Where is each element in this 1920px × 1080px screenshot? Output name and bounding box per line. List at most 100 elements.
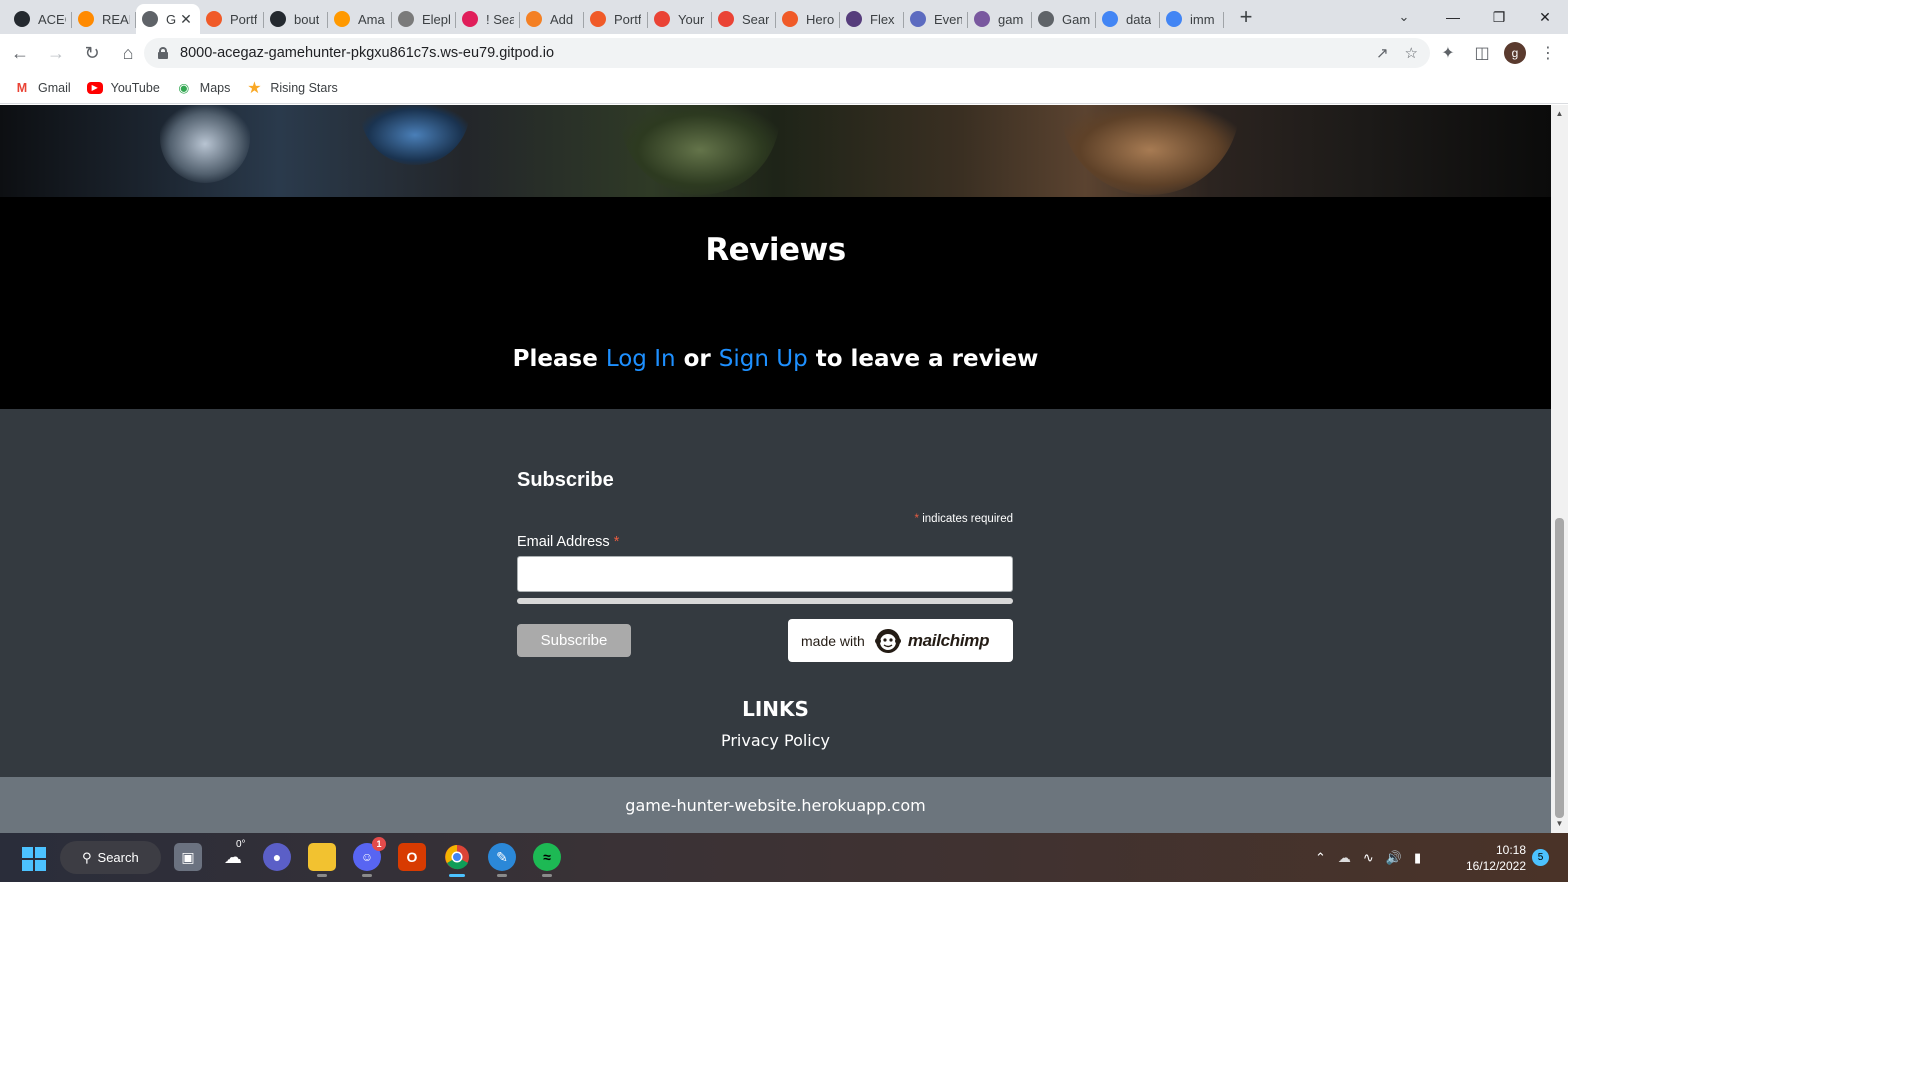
globe-icon bbox=[1038, 11, 1054, 27]
bookmark-label: Gmail bbox=[38, 80, 71, 95]
google-icon bbox=[1166, 11, 1182, 27]
browser-tab[interactable]: G ✕ bbox=[136, 4, 200, 34]
teams-chat-icon[interactable]: ● bbox=[263, 843, 291, 871]
page-viewport: Reviews Please Log In or Sign Up to leav… bbox=[0, 105, 1551, 833]
browser-toolbar: ← → ↻ ⌂ 8000-acegaz-gamehunter-pkgxu861c… bbox=[0, 34, 1568, 72]
forward-icon[interactable]: → bbox=[40, 37, 72, 69]
windows-start-icon[interactable] bbox=[22, 847, 46, 871]
file-explorer-icon[interactable] bbox=[308, 843, 336, 877]
bookmark-item[interactable]: M Gmail bbox=[14, 80, 71, 96]
back-icon[interactable]: ← bbox=[4, 37, 36, 69]
spotify-icon[interactable]: ≈ bbox=[533, 843, 561, 877]
site-footer: Subscribe * indicates required Email Add… bbox=[0, 409, 1551, 777]
slack-icon bbox=[462, 11, 478, 27]
browser-tab[interactable]: Even bbox=[904, 5, 968, 33]
browser-tab[interactable]: Portf bbox=[584, 5, 648, 33]
reload-icon[interactable]: ↻ bbox=[76, 37, 108, 69]
scroll-down-arrow-icon[interactable]: ▼ bbox=[1551, 819, 1568, 829]
bookmark-item[interactable]: ◉ Maps bbox=[176, 80, 230, 96]
required-note: * indicates required bbox=[915, 513, 1013, 525]
browser-tab[interactable]: Hero bbox=[776, 5, 840, 33]
star-icon: ★ bbox=[247, 79, 262, 97]
paint-icon[interactable]: ✎ bbox=[488, 843, 516, 877]
browser-tab[interactable]: imm bbox=[1160, 5, 1224, 33]
browser-tab[interactable]: data bbox=[1096, 5, 1160, 33]
cta-suffix: to leave a review bbox=[815, 346, 1039, 372]
taskbar-search[interactable]: ⚲ Search bbox=[60, 841, 161, 874]
onedrive-error-icon[interactable]: ☁ bbox=[1338, 850, 1351, 866]
browser-tab[interactable]: Your bbox=[648, 5, 712, 33]
browser-tab[interactable]: Add bbox=[520, 5, 584, 33]
office-icon[interactable]: O bbox=[398, 843, 426, 871]
discord-notification-badge: 1 bbox=[372, 837, 386, 851]
close-window-icon[interactable]: ✕ bbox=[1522, 0, 1568, 34]
taskbar-clock[interactable]: 10:18 16/12/2022 bbox=[1462, 842, 1526, 874]
gmail-icon bbox=[718, 11, 734, 27]
privacy-policy-link[interactable]: Privacy Policy bbox=[0, 731, 1551, 750]
clock-time: 10:18 bbox=[1495, 843, 1526, 857]
login-link[interactable]: Log In bbox=[606, 346, 676, 372]
browser-tab[interactable]: Elepl bbox=[392, 5, 456, 33]
profile-avatar[interactable]: g bbox=[1504, 42, 1526, 64]
bookmark-item[interactable]: ▶ YouTube bbox=[86, 81, 160, 95]
scroll-thumb[interactable] bbox=[1555, 518, 1564, 818]
home-icon[interactable]: ⌂ bbox=[112, 37, 144, 69]
scroll-up-arrow-icon[interactable]: ▲ bbox=[1551, 109, 1568, 119]
browser-tab[interactable]: Gam bbox=[1032, 5, 1096, 33]
email-field[interactable] bbox=[517, 556, 1013, 592]
cta-middle: or bbox=[683, 346, 711, 372]
menu-kebab-icon[interactable]: ⋮ bbox=[1536, 41, 1560, 65]
battery-icon[interactable]: ▮ bbox=[1414, 850, 1421, 866]
bookmark-label: Rising Stars bbox=[270, 80, 338, 95]
tab-search-icon[interactable]: ⌄ bbox=[1392, 5, 1416, 29]
box-icon bbox=[334, 11, 350, 27]
extensions-icon[interactable]: ✦ bbox=[1436, 41, 1460, 65]
tab-title: G bbox=[166, 11, 177, 27]
tab-close-icon[interactable]: ✕ bbox=[180, 11, 192, 28]
bookmark-item[interactable]: ★ Rising Stars bbox=[246, 79, 338, 97]
share-icon[interactable]: ↗ bbox=[1376, 44, 1389, 62]
tab-title: ACEG bbox=[38, 11, 66, 27]
page-scrollbar[interactable]: ▲ ▼ bbox=[1551, 105, 1568, 833]
gmail-icon bbox=[654, 11, 670, 27]
lock-icon[interactable] bbox=[158, 47, 168, 59]
google-icon bbox=[1102, 11, 1118, 27]
clock-date: 16/12/2022 bbox=[1465, 859, 1526, 873]
tab-title: Add bbox=[550, 11, 574, 27]
discord-icon[interactable]: ☺ 1 bbox=[353, 837, 386, 877]
tab-title: imm bbox=[1190, 11, 1215, 27]
signup-link[interactable]: Sign Up bbox=[719, 346, 808, 372]
browser-tab[interactable]: Portf bbox=[200, 5, 264, 33]
windows-taskbar: ⚲ Search ▣ ☁ 0° ● ☺ 1 O ✎ ≈ ⌃ ☁ ∿ 🔊 ▮ 10… bbox=[0, 833, 1568, 882]
links-heading: LINKS bbox=[742, 697, 809, 721]
browser-tab[interactable]: bout bbox=[264, 5, 328, 33]
tab-title: Portf bbox=[230, 11, 258, 27]
browser-tab[interactable]: ACEG bbox=[8, 5, 72, 33]
wifi-icon[interactable]: ∿ bbox=[1363, 850, 1374, 866]
minimize-icon[interactable]: — bbox=[1430, 0, 1476, 34]
bookmark-star-icon[interactable]: ☆ bbox=[1405, 44, 1418, 62]
notification-count-badge[interactable]: 5 bbox=[1532, 849, 1549, 866]
mailchimp-badge[interactable]: made with mailchimp bbox=[788, 619, 1013, 662]
address-bar[interactable]: 8000-acegaz-gamehunter-pkgxu861c7s.ws-eu… bbox=[144, 38, 1430, 68]
tab-title: Flex bbox=[870, 11, 895, 27]
browser-tab[interactable]: gam bbox=[968, 5, 1032, 33]
task-view-icon[interactable]: ▣ bbox=[174, 843, 202, 871]
new-tab-button[interactable]: + bbox=[1232, 3, 1260, 31]
browser-tab[interactable]: Flex bbox=[840, 5, 904, 33]
restore-icon[interactable]: ❐ bbox=[1476, 0, 1522, 34]
hero-banner-image bbox=[0, 105, 1551, 197]
weather-icon[interactable]: ☁ 0° bbox=[219, 839, 247, 871]
browser-tab[interactable]: ! Sea bbox=[456, 5, 520, 33]
browser-tab[interactable]: Sear bbox=[712, 5, 776, 33]
gitpod-icon bbox=[78, 11, 94, 27]
browser-tab[interactable]: READ bbox=[72, 5, 136, 33]
browser-tab[interactable]: Ama bbox=[328, 5, 392, 33]
side-panel-icon[interactable]: ◫ bbox=[1470, 41, 1494, 65]
volume-icon[interactable]: 🔊 bbox=[1386, 850, 1402, 866]
s-icon bbox=[910, 11, 926, 27]
tab-title: Ama bbox=[358, 11, 385, 27]
subscribe-button[interactable]: Subscribe bbox=[517, 624, 631, 657]
tray-overflow-chevron-icon[interactable]: ⌃ bbox=[1315, 850, 1326, 866]
chrome-icon[interactable] bbox=[443, 843, 471, 877]
